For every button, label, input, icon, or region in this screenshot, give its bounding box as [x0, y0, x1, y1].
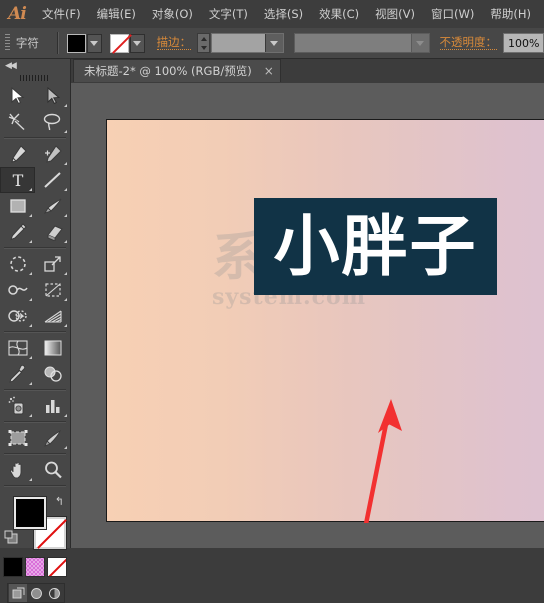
opacity-input[interactable]: 100%: [503, 33, 544, 53]
tool-grid: T: [0, 83, 70, 489]
control-bar-divider: [56, 32, 59, 54]
text-object[interactable]: 小胖子: [254, 198, 497, 295]
perspective-grid-tool[interactable]: [35, 303, 70, 329]
eraser-tool[interactable]: [35, 219, 70, 245]
stroke-profile-combo[interactable]: [293, 33, 430, 53]
menu-window[interactable]: 窗口(W): [423, 0, 482, 28]
menu-select[interactable]: 选择(S): [256, 0, 311, 28]
color-mode-row: [0, 557, 70, 577]
tool-divider: [4, 247, 66, 249]
stroke-profile-dropdown-button[interactable]: [410, 34, 429, 52]
pencil-tool[interactable]: [0, 219, 35, 245]
close-icon[interactable]: ×: [264, 65, 274, 77]
fill-stroke-indicator: ↰: [0, 493, 70, 555]
pen-tool[interactable]: [0, 141, 35, 167]
fill-swatch-group[interactable]: [66, 33, 102, 53]
rectangle-tool[interactable]: [0, 193, 35, 219]
artboard-tool[interactable]: [0, 425, 35, 451]
tool-divider: [4, 485, 66, 487]
none-mode-button[interactable]: [47, 557, 67, 577]
tool-divider: [4, 137, 66, 139]
menu-file[interactable]: 文件(F): [34, 0, 89, 28]
magic-wand-tool[interactable]: [0, 109, 35, 135]
fill-indicator-swatch[interactable]: [14, 497, 46, 529]
stroke-color-swatch[interactable]: [109, 33, 129, 53]
document-tab[interactable]: 未标题-2* @ 100% (RGB/预览) ×: [73, 59, 281, 82]
add-anchor-point-tool[interactable]: [35, 141, 70, 167]
tool-divider: [4, 331, 66, 333]
full-screen-menu-mode-button[interactable]: [27, 584, 45, 602]
tools-panel: ◀◀ T ↰: [0, 59, 71, 603]
type-tool[interactable]: T: [0, 167, 35, 193]
stroke-dropdown-button[interactable]: [129, 33, 145, 53]
menu-bar: Ai 文件(F) 编辑(E) 对象(O) 文字(T) 选择(S) 效果(C) 视…: [0, 0, 544, 29]
rotate-tool[interactable]: [0, 251, 35, 277]
screen-mode-row: [7, 583, 65, 603]
tool-divider: [4, 389, 66, 391]
stepper-down-icon[interactable]: [198, 43, 209, 52]
stroke-weight-stepper[interactable]: [197, 33, 210, 53]
selection-tool[interactable]: [0, 83, 35, 109]
artboard[interactable]: 系统 system.com 小胖子: [106, 119, 544, 523]
direct-selection-tool[interactable]: [35, 83, 70, 109]
collapse-panel-icon[interactable]: ◀◀: [5, 62, 17, 71]
chevron-down-icon: [90, 40, 99, 46]
eyedropper-tool[interactable]: [0, 361, 35, 387]
slice-tool[interactable]: [35, 425, 70, 451]
tool-divider: [4, 453, 66, 455]
tool-divider: [4, 421, 66, 423]
stroke-weight-dropdown-button[interactable]: [264, 34, 283, 52]
stepper-up-icon[interactable]: [198, 34, 209, 43]
tools-panel-header: ◀◀: [0, 59, 70, 73]
chevron-down-icon: [133, 40, 142, 46]
free-transform-tool[interactable]: [35, 277, 70, 303]
stroke-weight-label[interactable]: 描边：: [156, 36, 192, 50]
normal-screen-mode-button[interactable]: [9, 584, 27, 602]
document-tab-title: 未标题-2* @ 100% (RGB/预览): [84, 64, 252, 78]
hand-tool[interactable]: [0, 457, 35, 483]
stroke-swatch-group[interactable]: [109, 33, 145, 53]
full-screen-mode-button[interactable]: [45, 584, 63, 602]
tools-panel-grip[interactable]: [0, 73, 70, 83]
menu-view[interactable]: 视图(V): [367, 0, 423, 28]
menu-effect[interactable]: 效果(C): [311, 0, 367, 28]
opacity-label[interactable]: 不透明度：: [439, 36, 498, 50]
menu-help[interactable]: 帮助(H): [482, 0, 539, 28]
mesh-tool[interactable]: [0, 335, 35, 361]
artboard-background: [107, 120, 544, 521]
shape-builder-tool[interactable]: [0, 303, 35, 329]
menu-type[interactable]: 文字(T): [201, 0, 256, 28]
paintbrush-tool[interactable]: [35, 193, 70, 219]
column-graph-tool[interactable]: [35, 393, 70, 419]
gradient-tool[interactable]: [35, 335, 70, 361]
app-logo-icon: Ai: [8, 4, 27, 24]
line-segment-tool[interactable]: [35, 167, 70, 193]
menu-edit[interactable]: 编辑(E): [89, 0, 144, 28]
control-bar: 字符 描边： 不透明度： 100%: [0, 28, 544, 59]
default-fill-stroke-icon[interactable]: [4, 529, 18, 548]
fill-color-swatch[interactable]: [66, 33, 86, 53]
symbol-sprayer-tool[interactable]: [0, 393, 35, 419]
fill-dropdown-button[interactable]: [86, 33, 102, 53]
scale-tool[interactable]: [35, 251, 70, 277]
gradient-mode-button[interactable]: [25, 557, 45, 577]
zoom-tool[interactable]: [35, 457, 70, 483]
svg-text:T: T: [12, 171, 23, 189]
control-bar-grip[interactable]: [5, 34, 10, 52]
character-panel-label[interactable]: 字符: [16, 35, 39, 51]
canvas-area[interactable]: 系统 system.com 小胖子: [71, 83, 544, 548]
swap-fill-stroke-icon[interactable]: ↰: [55, 495, 64, 508]
stroke-weight-combo[interactable]: [210, 33, 284, 53]
width-tool[interactable]: [0, 277, 35, 303]
lasso-tool[interactable]: [35, 109, 70, 135]
text-object-content: 小胖子: [273, 207, 478, 285]
illustrator-window: Ai 文件(F) 编辑(E) 对象(O) 文字(T) 选择(S) 效果(C) 视…: [0, 0, 544, 603]
color-mode-button[interactable]: [3, 557, 23, 577]
blend-tool[interactable]: [35, 361, 70, 387]
document-tab-bar: 未标题-2* @ 100% (RGB/预览) ×: [70, 59, 544, 84]
menu-object[interactable]: 对象(O): [144, 0, 201, 28]
